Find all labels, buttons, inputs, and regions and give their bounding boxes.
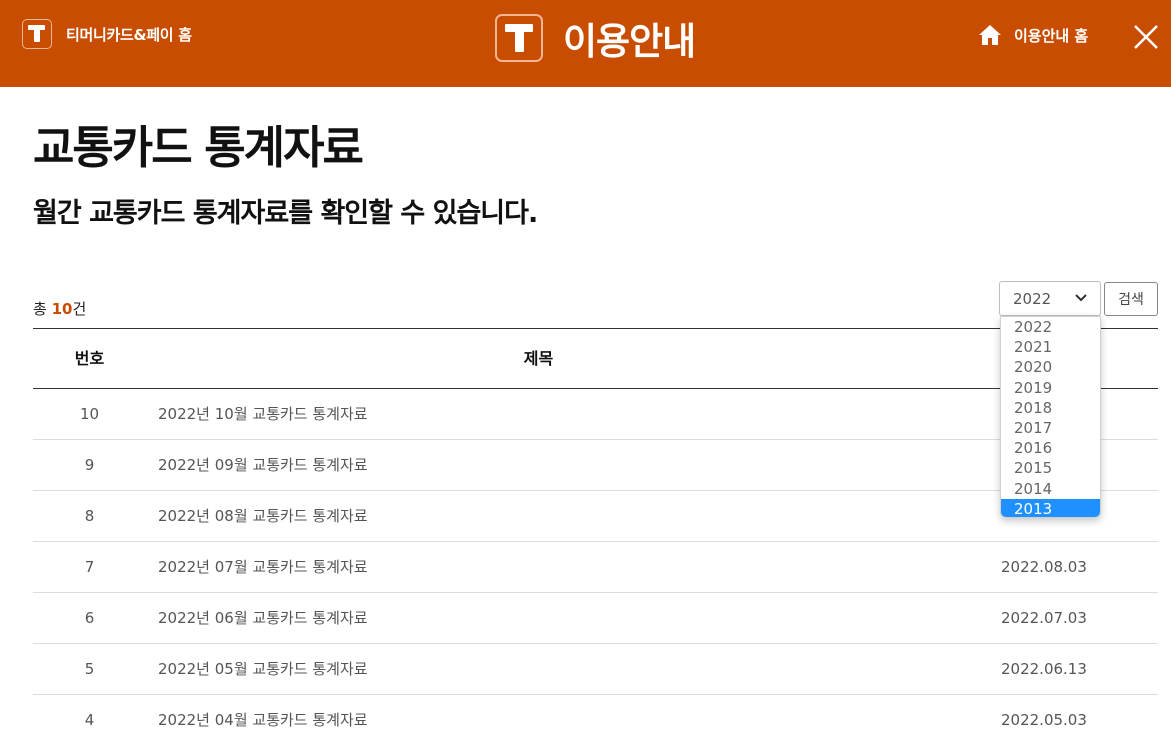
- chevron-down-icon: [1075, 294, 1087, 302]
- total-count-number: 10: [51, 300, 73, 318]
- tmoney-logo-icon: [22, 19, 52, 49]
- top-header: 티머니카드&페이 홈 이용안내 이용안내 홈: [0, 0, 1171, 87]
- row-number: 4: [84, 711, 95, 729]
- row-title: 2022년 10월 교통카드 통계자료: [158, 405, 368, 423]
- row-title: 2022년 04월 교통카드 통계자료: [158, 711, 368, 729]
- header-no: 번호: [74, 349, 105, 368]
- header-title-block: 이용안내: [495, 13, 696, 63]
- search-button[interactable]: 검색: [1104, 282, 1158, 316]
- year-option[interactable]: 2015: [1001, 458, 1100, 478]
- tmoney-home-link[interactable]: 티머니카드&페이 홈: [22, 19, 192, 49]
- table-row[interactable]: 10 2022년 10월 교통카드 통계자료: [33, 389, 1158, 440]
- row-title: 2022년 07월 교통카드 통계자료: [158, 558, 368, 576]
- table-row[interactable]: 4 2022년 04월 교통카드 통계자료 2022.05.03: [33, 695, 1158, 730]
- home-icon: [979, 25, 1001, 45]
- year-option[interactable]: 2021: [1001, 337, 1100, 357]
- row-number: 9: [84, 456, 95, 474]
- row-title: 2022년 05월 교통카드 통계자료: [158, 660, 368, 678]
- page-subtitle: 월간 교통카드 통계자료를 확인할 수 있습니다.: [33, 198, 538, 229]
- year-select-value: 2022: [1013, 289, 1052, 308]
- year-option[interactable]: 2013: [1001, 498, 1100, 517]
- guide-home-label: 이용안내 홈: [1014, 26, 1089, 45]
- row-number: 8: [84, 507, 95, 525]
- tmoney-home-label: 티머니카드&페이 홈: [66, 25, 192, 44]
- total-count: 총 10건: [33, 298, 86, 319]
- table-row[interactable]: 7 2022년 07월 교통카드 통계자료 2022.08.03: [33, 542, 1158, 593]
- tmoney-logo-icon: [495, 13, 543, 62]
- table-row[interactable]: 9 2022년 09월 교통카드 통계자료: [33, 440, 1158, 491]
- table-body: 10 2022년 10월 교통카드 통계자료 9 2022년 09월 교통카드 통계자…: [33, 389, 1158, 730]
- year-select[interactable]: 2022: [999, 281, 1101, 316]
- row-date: 2022.06.13: [1001, 660, 1087, 678]
- row-number: 6: [84, 609, 95, 627]
- table-row[interactable]: 6 2022년 06월 교통카드 통계자료 2022.07.03: [33, 593, 1158, 644]
- statistics-table: 번호 제목 10 2022년 10월 교통카드 통계자료 9 2022년 09월 교통…: [33, 328, 1158, 730]
- table-row[interactable]: 5 2022년 05월 교통카드 통계자료 2022.06.13: [33, 644, 1158, 695]
- row-date: 2022.08.03: [1001, 558, 1087, 576]
- year-option[interactable]: 2019: [1001, 378, 1100, 398]
- row-number: 7: [84, 558, 95, 576]
- total-suffix: 건: [72, 300, 87, 318]
- row-date: 2022.07.03: [1001, 609, 1087, 627]
- row-title: 2022년 09월 교통카드 통계자료: [158, 456, 368, 474]
- year-option[interactable]: 2014: [1001, 479, 1100, 499]
- close-button[interactable]: [1132, 23, 1160, 51]
- table-row[interactable]: 8 2022년 08월 교통카드 통계자료: [33, 491, 1158, 542]
- row-number: 10: [79, 405, 100, 423]
- header-title: 이용안내: [563, 19, 696, 63]
- table-header: 번호 제목: [33, 328, 1158, 389]
- year-option[interactable]: 2022: [1001, 317, 1100, 337]
- year-dropdown-list: 2022 2021 2020 2019 2018 2017 2016 2015 2014 2013: [1000, 316, 1101, 518]
- row-title: 2022년 06월 교통카드 통계자료: [158, 609, 368, 627]
- row-number: 5: [84, 660, 95, 678]
- guide-home-link[interactable]: 이용안내 홈: [978, 22, 1088, 48]
- page-title: 교통카드 통계자료: [33, 121, 364, 174]
- year-option[interactable]: 2020: [1001, 357, 1100, 377]
- total-prefix: 총: [33, 300, 52, 318]
- row-title: 2022년 08월 교통카드 통계자료: [158, 507, 368, 525]
- header-title: 제목: [523, 349, 554, 368]
- close-icon: [1134, 25, 1158, 49]
- year-option[interactable]: 2017: [1001, 418, 1100, 438]
- year-option[interactable]: 2016: [1001, 438, 1100, 458]
- year-option[interactable]: 2018: [1001, 398, 1100, 418]
- row-date: 2022.05.03: [1001, 711, 1087, 729]
